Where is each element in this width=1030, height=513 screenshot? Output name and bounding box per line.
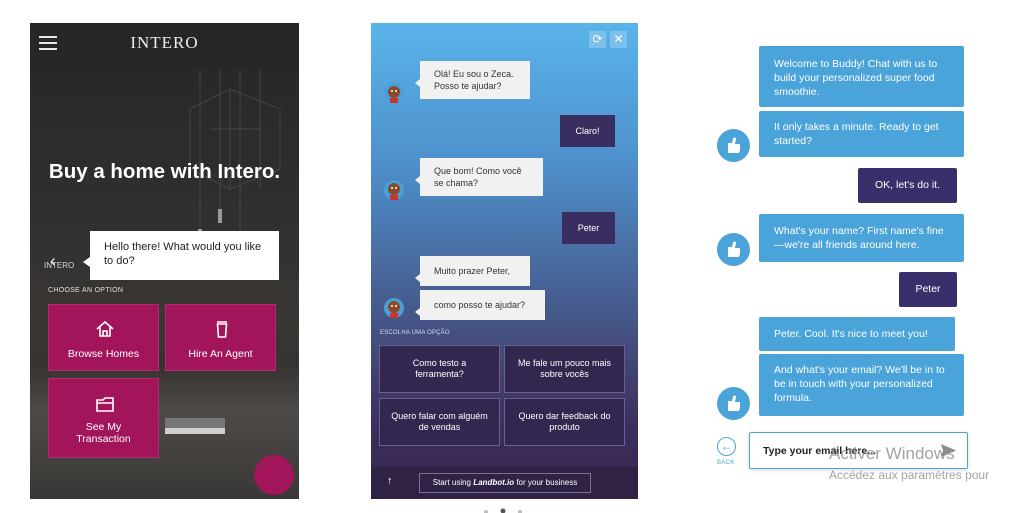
landbot-brand: Landbot.io	[473, 478, 515, 487]
back-arrow-icon[interactable]: ←	[717, 437, 736, 456]
promo-prefix: Start using	[432, 478, 474, 487]
bot-message: Welcome to Buddy! Chat with us to build …	[759, 46, 964, 107]
option-button[interactable]: Quero falar com alguém de vendas	[379, 398, 500, 446]
windows-activation-subtext: Accédez aux paramètres pour	[829, 468, 990, 482]
option-button[interactable]: Como testo a ferramenta?	[379, 345, 500, 393]
background-books	[165, 428, 225, 434]
bot-message: What's your name? First name's fine—we'r…	[759, 214, 964, 262]
bot-avatar	[717, 387, 750, 420]
bot-avatar	[717, 233, 750, 266]
bot-avatar-icon	[384, 180, 404, 200]
bot-message: It only takes a minute. Ready to get sta…	[759, 111, 964, 157]
choose-option-label: ESCOLHA UMA OPÇÃO	[380, 330, 450, 336]
browse-homes-label: Browse Homes	[67, 348, 140, 360]
user-message: Claro!	[560, 115, 615, 147]
folder-icon	[96, 397, 114, 412]
bot-message: Muito prazer Peter,	[415, 256, 530, 286]
landbot-footer: ↑ Start using Landbot.io for your busine…	[371, 467, 638, 499]
option-button[interactable]: Me fale um pouco mais sobre vocês	[504, 345, 625, 393]
close-icon[interactable]: ✕	[610, 31, 627, 48]
landbot-chat-panel: ⟳ ✕ Olá! Eu sou o Zeca. Posso te ajudar?…	[371, 23, 638, 499]
windows-activation-watermark: Activer Windows	[829, 444, 955, 463]
hire-an-agent-button[interactable]: Hire An Agent	[165, 304, 276, 371]
chat-launcher-button[interactable]	[254, 455, 294, 495]
arrow-up-icon[interactable]: ↑	[387, 475, 393, 487]
intero-logo: INTERO	[130, 33, 199, 52]
landbot-promo-link[interactable]: Start using Landbot.io for your business	[419, 473, 591, 493]
promo-suffix: for your business	[514, 478, 578, 487]
user-message: Peter	[562, 212, 615, 244]
see-my-transaction-label: See My Transaction	[76, 421, 131, 445]
bot-message: Olá! Eu sou o Zeca. Posso te ajudar?	[415, 61, 530, 99]
option-button[interactable]: Quero dar feedback do produto	[504, 398, 625, 446]
user-message: Peter	[899, 272, 957, 307]
hire-an-agent-label: Hire An Agent	[188, 348, 253, 360]
see-my-transaction-button[interactable]: See My Transaction	[48, 378, 159, 458]
back-label: BACK	[717, 460, 735, 466]
screenshot-stage: INTERO Buy a home with Intero. ‹ INTERO …	[0, 0, 1030, 513]
intero-header: INTERO	[30, 23, 299, 69]
thumbs-up-icon	[728, 395, 740, 411]
intero-watermark: INTERO	[44, 261, 75, 270]
bot-message: Que bom! Como você se chama?	[415, 158, 543, 196]
refresh-icon[interactable]: ⟳	[589, 31, 606, 48]
bot-message: And what's your email? We'll be in to be…	[759, 354, 964, 416]
intero-chat-panel: INTERO Buy a home with Intero. ‹ INTERO …	[30, 23, 299, 499]
bot-avatar-icon	[384, 298, 404, 318]
house-icon	[96, 320, 114, 337]
buddy-chat-panel: Welcome to Buddy! Chat with us to build …	[709, 23, 974, 499]
bot-message: Peter. Cool. It's nice to meet you!	[759, 317, 955, 351]
bot-message: como posso te ajudar?	[415, 290, 545, 320]
browse-homes-button[interactable]: Browse Homes	[48, 304, 159, 371]
thumbs-up-icon	[728, 137, 740, 153]
bot-avatar-icon	[384, 83, 404, 103]
bot-message-bubble: Hello there! What would you like to do?	[83, 231, 279, 280]
user-message: OK, let's do it.	[858, 168, 957, 203]
bot-avatar	[717, 129, 750, 162]
thumbs-up-icon	[728, 241, 740, 257]
page-headline: Buy a home with Intero.	[48, 160, 281, 183]
pagination-dots-icon	[484, 508, 522, 513]
cup-icon	[216, 321, 228, 338]
choose-option-label: CHOOSE AN OPTION	[48, 287, 124, 294]
